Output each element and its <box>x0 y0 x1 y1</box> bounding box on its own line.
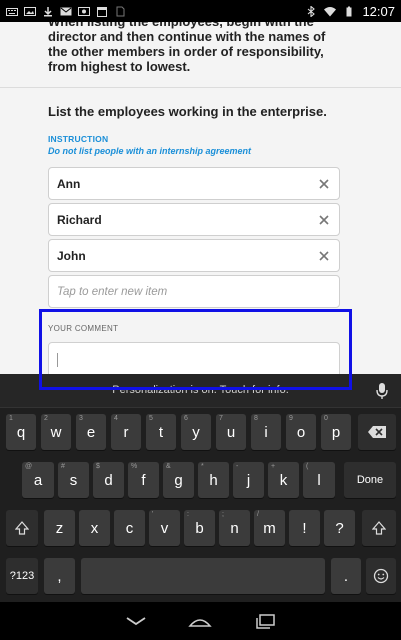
shift-icon <box>372 521 386 535</box>
comment-label: YOUR COMMENT <box>48 324 119 333</box>
key-w[interactable]: 2w <box>41 414 71 450</box>
backspace-key[interactable] <box>358 414 396 450</box>
back-button[interactable] <box>123 610 149 632</box>
emoji-icon <box>373 568 389 584</box>
key-e[interactable]: 3e <box>76 414 106 450</box>
key-f[interactable]: % f <box>128 462 159 498</box>
text-caret <box>57 353 58 367</box>
system-icons: 12:07 <box>305 4 395 19</box>
new-item-input[interactable]: Tap to enter new item <box>48 275 340 308</box>
survey-content[interactable]: When listing the employees, begin with t… <box>0 22 401 374</box>
list-item-field[interactable]: Richard <box>48 203 340 236</box>
instruction-label: INSTRUCTION <box>48 134 109 144</box>
back-chevron-icon <box>126 617 146 626</box>
previous-question: When listing the employees, begin with t… <box>0 22 401 88</box>
list-item-value: John <box>57 248 86 263</box>
suggestion-strip[interactable]: Personalization is on. Touch for info. <box>0 374 401 408</box>
list-item-value: Richard <box>57 212 102 227</box>
key-m[interactable]: / m <box>254 510 285 546</box>
new-item-placeholder: Tap to enter new item <box>57 285 168 298</box>
key-k[interactable]: + k <box>268 462 299 498</box>
key-b[interactable]: :b <box>184 510 215 546</box>
key-v[interactable]: ' v <box>149 510 180 546</box>
suggestion-text[interactable]: Personalization is on. Touch for info. <box>0 384 401 396</box>
shift-key-right[interactable] <box>362 510 396 546</box>
clear-icon[interactable] <box>317 177 331 191</box>
shift-icon <box>15 521 29 535</box>
key-s[interactable]: # s <box>58 462 89 498</box>
sim-icon <box>114 6 126 17</box>
key-u[interactable]: 7u <box>216 414 246 450</box>
status-bar: 12:07 <box>0 0 401 22</box>
clear-icon[interactable] <box>317 213 331 227</box>
navigation-bar <box>0 602 401 640</box>
done-key[interactable]: Done <box>344 462 396 498</box>
wifi-icon <box>324 6 337 17</box>
question-title: List the employees working in the enterp… <box>48 104 327 119</box>
backspace-icon <box>368 426 386 438</box>
key-period[interactable]: . <box>331 558 361 594</box>
calendar-icon <box>96 6 108 17</box>
image-icon <box>24 6 36 17</box>
notification-icons <box>6 6 126 17</box>
key-z[interactable]: z <box>44 510 75 546</box>
soft-keyboard[interactable]: Personalization is on. Touch for info. 1… <box>0 374 401 602</box>
comment-input[interactable] <box>48 342 340 374</box>
key-d[interactable]: $ d <box>93 462 124 498</box>
key-i[interactable]: 8i <box>251 414 281 450</box>
key-comma[interactable]: , <box>44 558 75 594</box>
key-t[interactable]: 5t <box>146 414 176 450</box>
space-key[interactable] <box>81 558 325 594</box>
recents-button[interactable] <box>253 610 279 632</box>
clock: 12:07 <box>362 3 395 19</box>
key-c[interactable]: c <box>114 510 145 546</box>
bluetooth-icon <box>305 5 317 17</box>
download-icon <box>42 6 54 17</box>
key-question[interactable]: ? <box>324 510 355 546</box>
key-j[interactable]: -j <box>233 462 264 498</box>
key-n[interactable]: ; n <box>219 510 250 546</box>
list-item-field[interactable]: John <box>48 239 340 272</box>
key-a[interactable]: @ a <box>22 462 54 498</box>
photo-icon <box>78 6 90 17</box>
list-item-value: Ann <box>57 176 81 191</box>
gmail-icon <box>60 6 72 17</box>
shift-key[interactable] <box>6 510 38 546</box>
home-button[interactable] <box>187 610 213 632</box>
key-y[interactable]: 6y <box>181 414 211 450</box>
recents-icon <box>256 614 275 629</box>
key-p[interactable]: 0p <box>321 414 351 450</box>
emoji-key[interactable] <box>366 558 396 594</box>
key-o[interactable]: 9o <box>286 414 316 450</box>
key-l[interactable]: (l <box>303 462 335 498</box>
key-r[interactable]: 4r <box>111 414 141 450</box>
key-x[interactable]: x <box>79 510 110 546</box>
home-icon <box>188 619 212 627</box>
mic-icon[interactable] <box>375 382 389 400</box>
symbols-key[interactable]: ?123 <box>6 558 38 594</box>
key-h[interactable]: * h <box>198 462 229 498</box>
clear-icon[interactable] <box>317 249 331 263</box>
key-q[interactable]: 1q <box>6 414 36 450</box>
key-g[interactable]: & g <box>163 462 194 498</box>
instruction-text: Do not list people with an internship ag… <box>48 146 252 156</box>
keyboard-icon <box>6 6 18 17</box>
list-item-field[interactable]: Ann <box>48 167 340 200</box>
key-exclamation[interactable]: ! <box>289 510 320 546</box>
previous-question-text: When listing the employees, begin with t… <box>48 22 326 74</box>
battery-icon <box>343 6 355 17</box>
